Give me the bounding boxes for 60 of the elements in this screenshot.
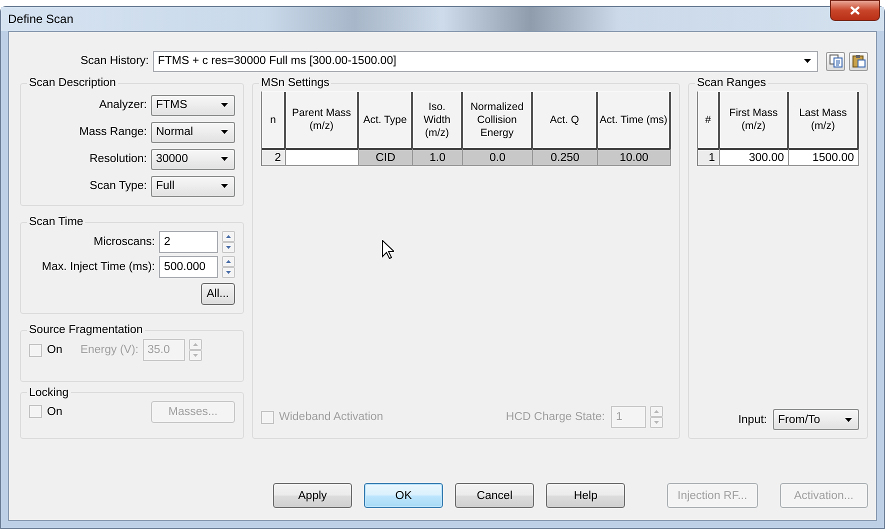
column-header: Act. Time (ms)	[598, 92, 671, 148]
checkbox-label: Wideband Activation	[279, 411, 384, 423]
dropdown[interactable]: FTMS + c res=30000 Full ms [300.00-1500.00]	[152, 50, 818, 72]
field-label: Microscans:	[94, 236, 155, 248]
dialog-button[interactable]: Apply	[273, 483, 352, 508]
group-title: MSn Settings	[260, 77, 330, 89]
dropdown[interactable]: Full	[151, 176, 235, 196]
checkbox[interactable]	[29, 344, 42, 356]
group-title: Scan Ranges	[696, 77, 768, 89]
field-label: Resolution:	[89, 153, 147, 165]
checkbox-label: On	[47, 406, 62, 418]
table-cell: 300.00	[720, 148, 789, 166]
clipboard-icon	[852, 54, 866, 68]
spinner-arrows[interactable]	[222, 256, 235, 278]
group-title: Source Fragmentation	[28, 324, 144, 336]
caret-icon	[221, 130, 228, 134]
caret-icon	[221, 157, 228, 161]
field-label: Energy (V):	[80, 344, 139, 356]
group-title: Scan Description	[28, 77, 117, 89]
paste-button[interactable]	[849, 52, 868, 70]
dropdown[interactable]: FTMS	[151, 94, 235, 116]
dropdown[interactable]: From/To	[773, 409, 859, 430]
caret-icon	[221, 103, 228, 107]
row-number: 1	[698, 148, 720, 166]
group-title: Scan Time	[28, 216, 84, 228]
checkbox[interactable]	[29, 405, 42, 418]
mouse-pointer-icon	[382, 240, 394, 259]
all-button[interactable]: All...	[200, 283, 235, 305]
spinner-arrows[interactable]	[222, 231, 235, 253]
window-title: Define Scan	[8, 12, 74, 26]
row-number: 2	[262, 148, 286, 166]
dialog-button[interactable]: Cancel	[455, 483, 534, 508]
field-label: Scan History:	[79, 55, 150, 67]
field-label: HCD Charge State:	[506, 411, 605, 423]
dropdown[interactable]: Normal	[151, 122, 235, 142]
checkbox-label: On	[47, 344, 62, 356]
copy-button[interactable]	[826, 52, 845, 70]
group-title: Locking	[28, 386, 70, 399]
input-field[interactable]: 2	[159, 231, 218, 253]
caret-icon	[845, 418, 852, 422]
dialog-button[interactable]: OK	[364, 483, 444, 508]
dialog-button[interactable]: Help	[546, 483, 626, 508]
input-field[interactable]: 500.000	[159, 256, 218, 278]
close-button[interactable]	[830, 0, 880, 21]
field-label: Scan Type:	[90, 180, 147, 192]
table-cell: 1.0	[413, 148, 463, 166]
field-label: Max. Inject Time (ms):	[42, 261, 155, 273]
field-label: Input:	[738, 414, 767, 426]
field-label: Analyzer:	[99, 99, 147, 111]
caret-icon	[804, 59, 811, 63]
table-cell: 0.250	[533, 148, 598, 166]
dropdown[interactable]: 30000	[151, 148, 235, 170]
table-cell: 1500.00	[789, 148, 859, 166]
table-cell: CID	[359, 148, 413, 166]
table-cell: 10.00	[598, 148, 671, 166]
caret-icon	[221, 184, 228, 188]
close-icon	[850, 6, 860, 15]
table-cell: 0.0	[463, 148, 533, 166]
copy-icon	[828, 54, 842, 68]
field-label: Mass Range:	[79, 126, 147, 138]
